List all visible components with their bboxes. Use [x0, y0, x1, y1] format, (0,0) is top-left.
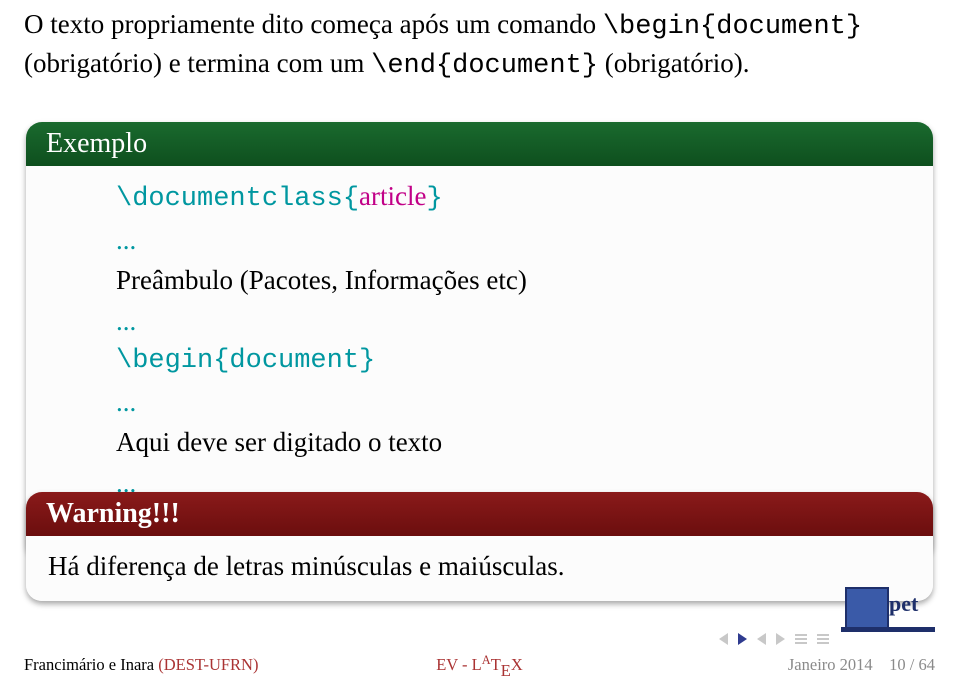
nav-prev-slide-icon[interactable] — [719, 633, 728, 645]
footer-date-pages: Janeiro 2014 10 / 64 — [788, 655, 935, 675]
footer-institution: (DEST-UFRN) — [154, 655, 258, 674]
code-brace-close: } — [427, 184, 443, 214]
nav-outline-icon[interactable] — [795, 634, 807, 644]
intro-text-1: O texto propriamente dito começa após um… — [24, 9, 603, 39]
code-line-1: \documentclass{article} — [116, 176, 911, 220]
footer-page-number: 10 / 64 — [889, 655, 935, 674]
code-article: article — [359, 181, 426, 211]
intro-text-3: (obrigatório). — [598, 48, 749, 78]
footer-author: Francimário e Inara (DEST-UFRN) — [24, 655, 258, 675]
pet-logo: pet — [841, 581, 935, 635]
nav-next-slide-icon[interactable] — [738, 633, 747, 645]
footer-title-prefix: EV - — [436, 655, 471, 674]
footer-title: EV - LATEX — [436, 655, 523, 675]
code-dots-3: ... — [116, 382, 911, 423]
pet-logo-text: pet — [889, 591, 918, 617]
example-box-title: Exemplo — [26, 122, 933, 166]
intro-paragraph: O texto propriamente dito começa após um… — [24, 6, 934, 85]
warning-box: Warning!!! Há diferença de letras minúsc… — [26, 492, 933, 601]
pet-logo-bar — [841, 627, 935, 632]
nav-prev-section-icon[interactable] — [757, 633, 766, 645]
code-dots-2: ... — [116, 301, 911, 342]
footer-date: Janeiro 2014 — [788, 655, 873, 674]
beamer-nav-bar[interactable] — [719, 633, 829, 645]
code-dots-1: ... — [116, 220, 911, 261]
slide-footer: Francimário e Inara (DEST-UFRN) EV - LAT… — [0, 651, 959, 679]
footer-author-name: Francimário e Inara — [24, 655, 154, 674]
intro-text-2: (obrigatório) e termina com um — [24, 48, 371, 78]
nav-outline2-icon[interactable] — [817, 634, 829, 644]
intro-cmd-begin: \begin{document} — [603, 12, 862, 42]
code-body-text: Aqui deve ser digitado o texto — [116, 422, 911, 463]
pet-logo-cube-icon — [845, 587, 889, 631]
intro-cmd-end: \end{document} — [371, 51, 598, 81]
code-preamble-text: Preâmbulo (Pacotes, Informações etc) — [116, 260, 911, 301]
warning-box-title: Warning!!! — [26, 492, 933, 536]
footer-title-latex: LATEX — [472, 655, 523, 674]
code-documentclass: \documentclass — [116, 184, 343, 214]
code-brace-open: { — [343, 184, 359, 214]
code-begin-document: \begin{document} — [116, 341, 911, 382]
warning-box-body: Há diferença de letras minúsculas e maiú… — [26, 536, 933, 601]
nav-next-section-icon[interactable] — [776, 633, 785, 645]
